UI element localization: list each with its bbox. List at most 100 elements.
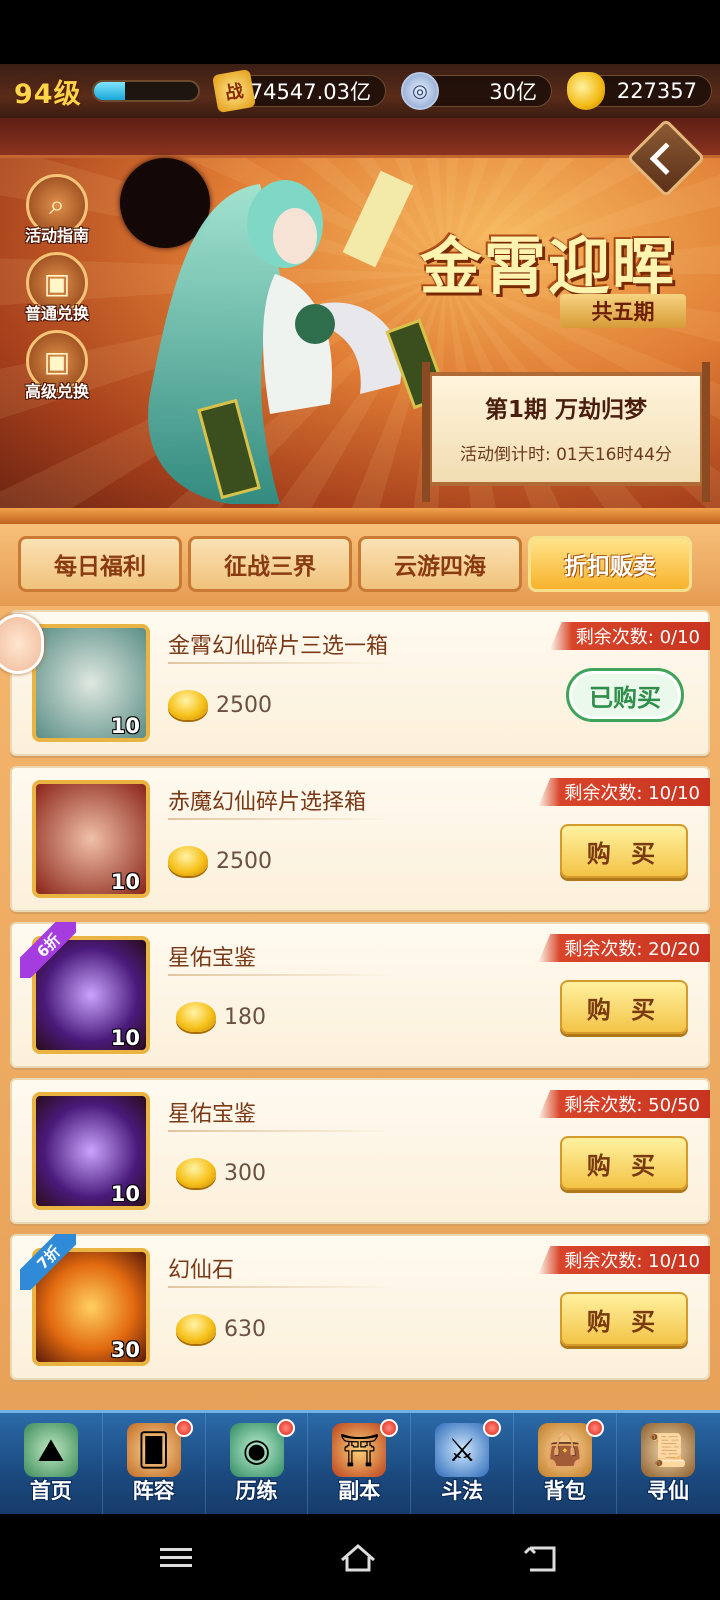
item-quantity: 10 bbox=[110, 714, 140, 738]
coin-display[interactable]: ◎ 30亿 bbox=[401, 72, 552, 110]
nav-bag[interactable]: 👜 背包 bbox=[514, 1413, 617, 1514]
list-item: 10 星佑宝鉴 300 剩余次数: 50/50 购 买 bbox=[10, 1078, 710, 1224]
list-item: 10 赤魔幻仙碎片选择箱 2500 剩余次数: 10/10 购 买 bbox=[10, 766, 710, 912]
item-price: 2500 bbox=[168, 846, 272, 876]
list-item: 10 金霄幻仙碎片三选一箱 2500 剩余次数: 0/10 已购买 bbox=[10, 610, 710, 756]
nav-label: 斗法 bbox=[441, 1479, 484, 1503]
training-icon: ◉ bbox=[229, 1423, 284, 1477]
coin-icon: ◎ bbox=[401, 72, 439, 110]
name-underline bbox=[168, 1130, 398, 1132]
list-item: 10 6折 星佑宝鉴 180 剩余次数: 20/20 购 买 bbox=[10, 922, 710, 1068]
seek-icon: 📜 bbox=[640, 1423, 695, 1477]
nav-label: 寻仙 bbox=[647, 1479, 690, 1503]
power-value: 74547.03亿 bbox=[249, 80, 371, 104]
item-chest-icon[interactable]: 10 bbox=[32, 780, 150, 898]
advanced-exchange-button[interactable]: ▣ 高级兑换 bbox=[18, 330, 96, 408]
app-root: 94级 战 74547.03亿 ◎ 30亿 227357 金霄迎晖 共五期 ⌕ … bbox=[0, 0, 720, 1600]
nav-lineup[interactable]: 🂠 阵容 bbox=[103, 1413, 206, 1514]
discount-badge: 6折 bbox=[20, 922, 76, 978]
discount-label: 7折 bbox=[20, 1234, 76, 1290]
tab-travel[interactable]: 云游四海 bbox=[358, 536, 522, 592]
nav-dungeon[interactable]: ⛩ 副本 bbox=[308, 1413, 412, 1514]
price-value: 2500 bbox=[216, 692, 272, 718]
floating-avatar[interactable] bbox=[0, 614, 44, 674]
gold-value: 227357 bbox=[616, 79, 697, 103]
battle-icon: ⚔ bbox=[435, 1423, 490, 1477]
buy-button[interactable]: 购 买 bbox=[560, 1292, 688, 1346]
nav-battle[interactable]: ⚔ 斗法 bbox=[411, 1413, 514, 1514]
nav-seek[interactable]: 📜 寻仙 bbox=[617, 1413, 720, 1514]
nav-label: 阵容 bbox=[132, 1479, 175, 1503]
name-underline bbox=[168, 818, 398, 820]
banner-roof bbox=[0, 118, 720, 158]
activity-guide-label: 活动指南 bbox=[24, 226, 89, 245]
period-board: 第1期 万劫归梦 活动倒计时: 01天16时44分 bbox=[422, 362, 710, 502]
heroine-illustration bbox=[148, 170, 440, 504]
tab-bar: 每日福利 征战三界 云游四海 折扣贩卖 bbox=[0, 524, 720, 606]
normal-exchange-button[interactable]: ▣ 普通兑换 bbox=[18, 252, 96, 330]
name-underline bbox=[168, 662, 398, 664]
nav-label: 历练 bbox=[235, 1479, 278, 1503]
price-value: 300 bbox=[224, 1160, 266, 1186]
item-price: 2500 bbox=[168, 690, 272, 720]
notification-dot bbox=[585, 1419, 604, 1437]
coin-value: 30亿 bbox=[489, 80, 537, 104]
item-chest-icon[interactable]: 10 bbox=[32, 624, 150, 742]
power-display: 战 74547.03亿 bbox=[211, 68, 386, 114]
gold-ingot-icon bbox=[176, 1158, 216, 1188]
status-bar bbox=[0, 0, 720, 64]
nav-home[interactable]: ⛰ 首页 bbox=[0, 1413, 103, 1514]
item-name: 金霄幻仙碎片三选一箱 bbox=[168, 634, 389, 659]
buy-button[interactable]: 购 买 bbox=[560, 1136, 688, 1190]
notification-dot bbox=[277, 1419, 296, 1437]
activity-guide-button[interactable]: ⌕ 活动指南 bbox=[18, 174, 96, 252]
name-underline bbox=[168, 1286, 398, 1288]
list-item: 30 7折 幻仙石 630 剩余次数: 10/10 购 买 bbox=[10, 1234, 710, 1380]
event-subtitle: 共五期 bbox=[560, 294, 686, 328]
player-level: 94级 bbox=[14, 79, 82, 110]
buy-button[interactable]: 购 买 bbox=[560, 824, 688, 878]
price-value: 2500 bbox=[216, 848, 272, 874]
advanced-exchange-label: 高级兑换 bbox=[24, 382, 89, 401]
tab-daily-benefits[interactable]: 每日福利 bbox=[18, 536, 182, 592]
normal-exchange-label: 普通兑换 bbox=[24, 304, 89, 323]
dungeon-icon: ⛩ bbox=[332, 1423, 387, 1477]
gold-display[interactable]: 227357 bbox=[567, 72, 712, 110]
notification-dot bbox=[174, 1419, 193, 1437]
price-value: 630 bbox=[224, 1316, 266, 1342]
gold-ingot-icon bbox=[176, 1314, 216, 1344]
nav-label: 背包 bbox=[543, 1479, 586, 1503]
divider-strip bbox=[0, 508, 720, 524]
nav-label: 首页 bbox=[29, 1479, 72, 1503]
item-list: 10 金霄幻仙碎片三选一箱 2500 剩余次数: 0/10 已购买 10 赤魔幻… bbox=[0, 606, 720, 1410]
bottom-nav: ⛰ 首页 🂠 阵容 ◉ 历练 ⛩ 副本 ⚔ 斗法 👜 背包 � bbox=[0, 1410, 720, 1514]
item-name: 星佑宝鉴 bbox=[168, 1102, 257, 1127]
home-system-icon[interactable] bbox=[338, 1542, 378, 1574]
tab-conquest[interactable]: 征战三界 bbox=[188, 536, 352, 592]
nav-training[interactable]: ◉ 历练 bbox=[206, 1413, 309, 1514]
item-name: 赤魔幻仙碎片选择箱 bbox=[168, 790, 367, 815]
bag-icon: 👜 bbox=[537, 1423, 592, 1477]
event-title: 金霄迎晖 bbox=[420, 230, 677, 303]
home-icon: ⛰ bbox=[24, 1423, 78, 1477]
back-system-icon[interactable] bbox=[522, 1542, 562, 1574]
exp-bar-fill bbox=[94, 82, 126, 100]
item-name: 星佑宝鉴 bbox=[168, 946, 257, 971]
star-mirror-icon[interactable]: 10 bbox=[32, 1092, 150, 1210]
remaining-count: 剩余次数: 10/10 bbox=[538, 778, 710, 806]
item-quantity: 10 bbox=[110, 870, 140, 894]
gold-ingot-icon bbox=[176, 1002, 216, 1032]
buy-button[interactable]: 购 买 bbox=[560, 980, 688, 1034]
gold-ingot-icon bbox=[567, 72, 605, 110]
remaining-count: 剩余次数: 0/10 bbox=[549, 622, 710, 650]
period-title: 第1期 万劫归梦 bbox=[484, 397, 647, 423]
lineup-icon: 🂠 bbox=[126, 1423, 181, 1477]
power-icon: 战 bbox=[211, 68, 257, 114]
menu-icon[interactable] bbox=[156, 1542, 196, 1574]
system-nav-bar bbox=[0, 1514, 720, 1600]
tab-discount-sale[interactable]: 折扣贩卖 bbox=[528, 536, 692, 592]
event-banner: 金霄迎晖 共五期 ⌕ 活动指南 ▣ 普通兑换 ▣ 高级兑换 第1期 万劫归梦 活… bbox=[0, 118, 720, 508]
exp-bar bbox=[92, 80, 200, 102]
remaining-count: 剩余次数: 10/10 bbox=[538, 1246, 710, 1274]
item-price: 180 bbox=[176, 1002, 266, 1032]
